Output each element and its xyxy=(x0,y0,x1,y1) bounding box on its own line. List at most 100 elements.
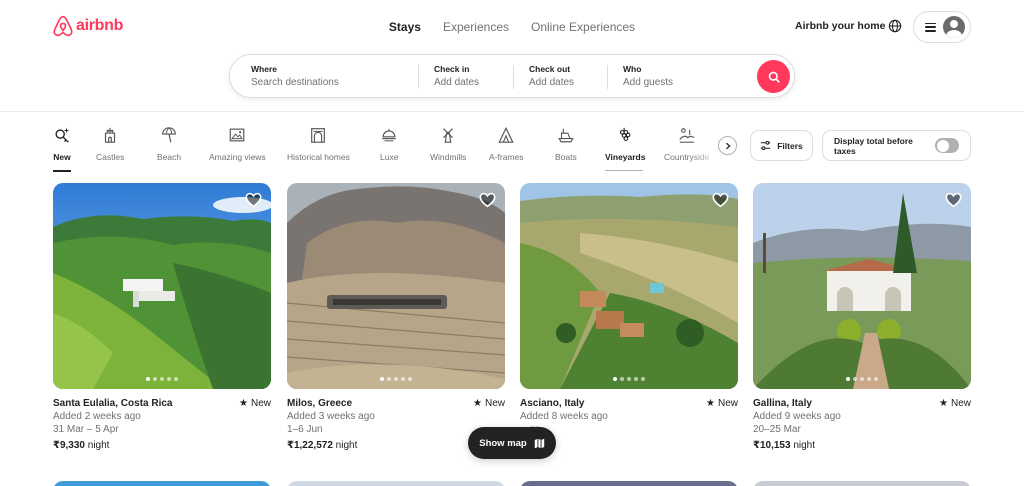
search-where[interactable]: Where Search destinations xyxy=(251,64,339,88)
listing-added: Added 8 weeks ago xyxy=(520,411,608,422)
star-icon: ★ xyxy=(939,398,948,409)
search-icon xyxy=(768,71,780,83)
listing-price-value: ₹10,153 xyxy=(753,440,791,451)
listing-dates: 31 Mar – 5 Apr xyxy=(53,424,119,435)
star-icon: ★ xyxy=(473,398,482,409)
search-divider xyxy=(418,65,419,89)
filters-button[interactable]: Filters xyxy=(750,130,813,161)
check-in-label: Check in xyxy=(434,64,470,74)
photo-pagination-dots xyxy=(53,377,271,381)
search-check-out[interactable]: Check out Add dates xyxy=(529,64,574,88)
category-boats[interactable]: Boats xyxy=(555,126,577,162)
listing-photo[interactable] xyxy=(287,183,505,389)
listing-card[interactable]: Asciano, Italy ★New Added 8 weeks ago …p… xyxy=(520,183,738,451)
category-windmills[interactable]: Windmills xyxy=(430,126,466,162)
where-input[interactable]: Search destinations xyxy=(251,77,339,88)
photo-pagination-dots xyxy=(753,377,971,381)
category-label: Amazing views xyxy=(209,152,266,162)
show-map-button[interactable]: Show map xyxy=(468,427,556,459)
listing-added: Added 3 weeks ago xyxy=(287,411,375,422)
listing-added: Added 9 weeks ago xyxy=(753,411,841,422)
next-listing-photo[interactable] xyxy=(53,481,271,486)
category-label: New xyxy=(53,152,71,162)
show-map-label: Show map xyxy=(479,437,527,449)
category-castles[interactable]: Castles xyxy=(96,126,124,162)
photo-pagination-dots xyxy=(287,377,505,381)
category-beach[interactable]: Beach xyxy=(157,126,181,162)
category-label: Boats xyxy=(555,152,577,162)
display-total-label: Display total before taxes xyxy=(834,135,913,156)
toggle-switch[interactable] xyxy=(935,138,959,153)
category-label: Luxe xyxy=(380,152,399,162)
category-luxe[interactable]: Luxe xyxy=(380,126,398,162)
listing-dates: 20–25 Mar xyxy=(753,424,801,435)
active-category-indicator xyxy=(53,170,71,172)
listing-price-unit: night xyxy=(793,440,816,451)
filters-label: Filters xyxy=(777,140,803,151)
luxe-bell-icon xyxy=(380,126,398,144)
category-label: A-frames xyxy=(489,152,524,162)
heart-icon[interactable] xyxy=(945,192,962,208)
airbnb-logo[interactable]: airbnb xyxy=(53,15,123,37)
listing-card[interactable]: Santa Eulalia, Costa Rica ★ New Added 2 w… xyxy=(53,183,271,451)
category-label: Vineyards xyxy=(605,152,646,162)
new-badge: ★ New xyxy=(473,398,505,409)
airbnb-wordmark: airbnb xyxy=(76,17,124,34)
check-out-label: Check out xyxy=(529,64,571,74)
listing-price: ₹10,153 night xyxy=(753,440,971,451)
airbnb-logo-icon xyxy=(53,15,73,37)
sparkle-key-icon xyxy=(53,126,71,144)
who-value: Add guests xyxy=(623,77,674,88)
listing-title: Asciano, Italy xyxy=(520,398,585,409)
listing-price-unit: night xyxy=(335,440,358,451)
windmill-icon xyxy=(439,126,457,144)
listing-price-value: ₹1,22,572 xyxy=(287,440,333,451)
heart-icon[interactable] xyxy=(712,192,729,208)
who-label: Who xyxy=(623,64,642,74)
category-new[interactable]: New xyxy=(53,126,71,162)
next-listing-photo[interactable] xyxy=(753,481,971,486)
new-badge-label: New xyxy=(950,398,971,409)
new-badge-label: New xyxy=(484,398,505,409)
nav-experiences[interactable]: Experiences xyxy=(443,20,509,34)
new-badge-label: New xyxy=(717,398,738,409)
airbnb-your-home-link[interactable]: Airbnb your home xyxy=(795,20,885,32)
heart-icon[interactable] xyxy=(479,192,496,208)
search-check-in[interactable]: Check in Add dates xyxy=(434,64,479,88)
listing-card[interactable]: Gallina, Italy ★ New Added 9 weeks ago 20… xyxy=(753,183,971,451)
search-who[interactable]: Who Add guests xyxy=(623,64,673,88)
next-listing-photo[interactable] xyxy=(520,481,738,486)
castle-icon xyxy=(101,126,119,144)
photo-pagination-dots xyxy=(520,377,738,381)
hover-category-indicator xyxy=(605,170,643,171)
boat-icon xyxy=(557,126,575,144)
next-listing-photo[interactable] xyxy=(287,481,505,486)
user-menu-button[interactable] xyxy=(913,11,971,43)
historic-building-icon xyxy=(309,126,327,144)
category-scroll-next-button[interactable] xyxy=(718,136,737,155)
umbrella-icon xyxy=(160,126,178,144)
heart-icon[interactable] xyxy=(245,192,262,208)
listing-card[interactable]: Milos, Greece ★ New Added 3 weeks ago 1–6… xyxy=(287,183,505,451)
listing-price: ₹9,330 night xyxy=(53,440,271,451)
listing-photo[interactable] xyxy=(520,183,738,389)
display-total-toggle[interactable]: Display total before taxes xyxy=(822,130,971,161)
map-icon xyxy=(534,438,544,448)
nav-stays[interactable]: Stays xyxy=(389,20,421,34)
category-amazing-views[interactable]: Amazing views xyxy=(209,126,266,162)
check-in-value: Add dates xyxy=(434,77,480,88)
nav-online-experiences[interactable]: Online Experiences xyxy=(531,20,635,34)
listing-photo[interactable] xyxy=(53,183,271,389)
new-badge: ★ New xyxy=(239,398,271,409)
search-bar[interactable]: Where Search destinations Check in Add d… xyxy=(229,54,795,98)
category-a-frames[interactable]: A-frames xyxy=(489,126,523,162)
listing-photo[interactable] xyxy=(753,183,971,389)
globe-icon[interactable] xyxy=(888,19,902,33)
search-button[interactable] xyxy=(757,60,790,93)
check-out-value: Add dates xyxy=(529,77,575,88)
star-icon: ★ xyxy=(239,398,248,409)
chevron-right-icon xyxy=(725,142,731,149)
top-header: airbnb Stays Experiences Online Experien… xyxy=(0,0,1024,112)
category-historical-homes[interactable]: Historical homes xyxy=(287,126,350,162)
category-vineyards[interactable]: Vineyards xyxy=(605,126,645,162)
